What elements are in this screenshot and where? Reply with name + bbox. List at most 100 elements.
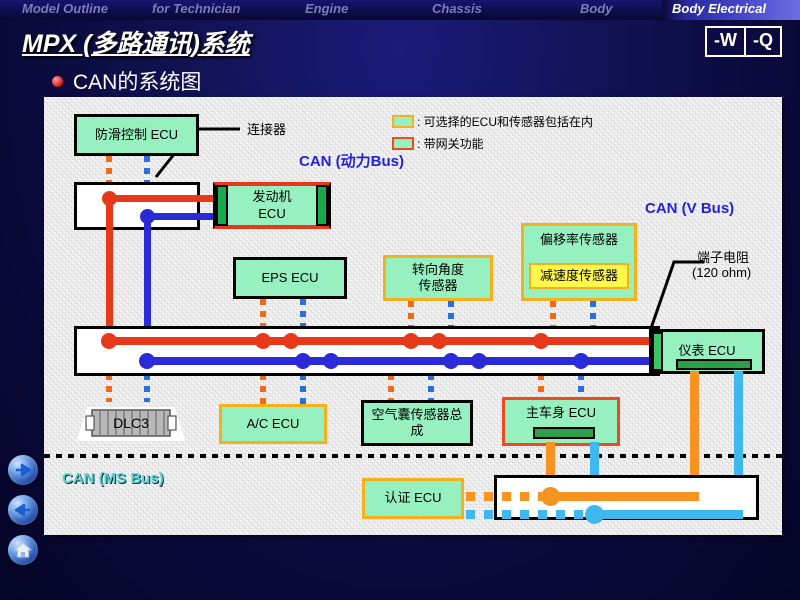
nav-item-body[interactable]: Body xyxy=(580,1,613,16)
ms-bus-orange-line xyxy=(546,492,699,501)
junction-dot-red-2 xyxy=(255,333,271,349)
steering-angle-sensor-label: 转向角度 传感器 xyxy=(411,261,464,293)
bullet-icon xyxy=(52,75,63,87)
label-can-power-bus: CAN (动力Bus) xyxy=(299,153,404,170)
label-can-v-bus: CAN (V Bus) xyxy=(645,200,735,217)
abs-ecu-label: 防滑控制 ECU xyxy=(94,126,179,142)
engine-ecu-left-terminal xyxy=(216,185,228,226)
subtitle: CAN的系统图 xyxy=(73,71,202,94)
ms-bus-blue-line xyxy=(590,510,743,519)
legend-row-optional: : 可选择的ECU和传感器包括在内 xyxy=(392,113,593,130)
junction-dot-red-3 xyxy=(283,333,299,349)
dash-line-steering-orange xyxy=(408,301,414,329)
eps-ecu-label: EPS ECU xyxy=(261,269,319,285)
page-code-badge: -W -Q xyxy=(705,26,782,57)
yaw-rate-sensor-box[interactable]: 偏移率传感器 xyxy=(521,223,637,301)
junction-dot-red-5 xyxy=(431,333,447,349)
dash-line-ac-blue xyxy=(300,374,306,404)
badge-code-w: -W xyxy=(714,30,737,50)
annotation-terminal-resistor-value: (120 ohm) xyxy=(692,265,752,280)
dash-line-body-blue xyxy=(578,374,584,398)
power-bus-blue-line xyxy=(144,213,218,220)
dash-line-abs-orange xyxy=(106,156,112,184)
power-bus-red-riser xyxy=(106,195,113,330)
dash-line-dlc3-blue xyxy=(144,374,150,402)
ms-blue-meter-riser xyxy=(734,371,743,475)
main-bus-box xyxy=(74,326,660,376)
subtitle-row: CAN的系统图 xyxy=(52,66,201,96)
left-arrow-icon xyxy=(14,503,30,517)
legend-label-optional: : 可选择的ECU和传感器包括在内 xyxy=(417,115,594,129)
junction-dot-blue-5 xyxy=(471,353,487,369)
junction-dot-blue-3 xyxy=(323,353,339,369)
nav-item-engine[interactable]: Engine xyxy=(305,1,348,16)
legend-label-gateway: : 带网关功能 xyxy=(417,137,484,151)
ac-ecu-box[interactable]: A/C ECU xyxy=(219,404,327,444)
home-button[interactable] xyxy=(8,535,38,565)
nav-item-for-technician[interactable]: for Technician xyxy=(152,1,240,16)
main-bus-red-line xyxy=(106,337,672,345)
junction-dot-blue-power xyxy=(140,209,155,224)
abs-ecu-box[interactable]: 防滑控制 ECU xyxy=(74,114,199,156)
junction-dot-red-1 xyxy=(101,333,117,349)
can-system-diagram: : 可选择的ECU和传感器包括在内 : 带网关功能 CAN (动力Bus) CA… xyxy=(44,97,782,535)
dlc3-label: DLC3 xyxy=(113,415,149,431)
junction-dot-red-power xyxy=(102,191,117,206)
decel-sensor-box[interactable]: 减速度传感器 xyxy=(529,263,629,289)
junction-dot-red-4 xyxy=(403,333,419,349)
power-bus-blue-riser xyxy=(144,213,151,330)
dash-line-airbag-blue xyxy=(428,374,434,400)
ms-dash-blue-auth xyxy=(466,510,590,519)
page-title: MPX (多路通讯)系统 xyxy=(22,30,250,58)
meter-ecu-bottom-terminal xyxy=(676,359,752,370)
ac-ecu-label: A/C ECU xyxy=(246,415,300,431)
main-body-ecu-gateway-terminal xyxy=(533,427,595,439)
ms-dash-orange-auth xyxy=(466,492,546,501)
dash-line-yaw-blue xyxy=(590,301,596,329)
back-button[interactable] xyxy=(8,495,38,525)
power-bus-box xyxy=(74,182,200,230)
ms-bus-divider xyxy=(44,454,782,458)
nav-item-chassis[interactable]: Chassis xyxy=(432,1,482,16)
steering-angle-sensor-box[interactable]: 转向角度 传感器 xyxy=(383,255,493,301)
junction-dot-blue-6 xyxy=(573,353,589,369)
label-can-ms-bus: CAN (MS Bus) xyxy=(62,470,164,487)
meter-ecu-label: 仪表 ECU xyxy=(678,343,736,359)
airbag-sensor-assembly-label: 空气囊传感器总 成 xyxy=(371,406,463,438)
dash-line-yaw-orange xyxy=(550,301,556,329)
legend-swatch-optional xyxy=(392,115,414,128)
junction-dot-blue-4 xyxy=(443,353,459,369)
legend-row-gateway: : 带网关功能 xyxy=(392,135,484,152)
engine-ecu-box[interactable]: 发动机 ECU xyxy=(213,182,331,229)
dash-line-dlc3-orange xyxy=(106,374,112,402)
dash-line-eps-blue xyxy=(300,299,306,329)
decel-sensor-label: 减速度传感器 xyxy=(539,267,618,283)
nav-item-model-outline[interactable]: Model Outline xyxy=(22,1,108,16)
dash-line-ac-orange xyxy=(260,374,266,404)
junction-dot-red-6 xyxy=(533,333,549,349)
annotation-connector: 连接器 xyxy=(247,122,287,137)
power-bus-red-line xyxy=(106,195,218,202)
top-navigation-bar: Model Outline for Technician Engine Chas… xyxy=(0,0,800,20)
auth-ecu-label: 认证 ECU xyxy=(384,490,442,506)
junction-dot-blue-1 xyxy=(139,353,155,369)
home-icon xyxy=(14,542,32,558)
dash-line-airbag-orange xyxy=(388,374,394,400)
engine-ecu-label: 发动机 ECU xyxy=(252,189,292,221)
annotation-terminal-resistor: 端子电阻 xyxy=(697,250,750,265)
engine-ecu-right-terminal xyxy=(316,185,328,226)
forward-button[interactable] xyxy=(8,455,38,485)
main-body-ecu-label: 主车身 ECU xyxy=(525,405,597,420)
auth-ecu-box[interactable]: 认证 ECU xyxy=(362,478,464,519)
nav-item-body-electrical[interactable]: Body Electrical xyxy=(672,1,766,16)
dlc3-connector[interactable]: DLC3 xyxy=(76,400,186,451)
junction-dot-blue-2 xyxy=(295,353,311,369)
airbag-sensor-assembly-box[interactable]: 空气囊传感器总 成 xyxy=(361,400,473,446)
right-arrow-icon xyxy=(16,463,32,477)
dash-line-steering-blue xyxy=(448,301,454,329)
main-bus-blue-line xyxy=(144,357,672,365)
legend-swatch-gateway xyxy=(392,137,414,150)
yaw-rate-sensor-label: 偏移率传感器 xyxy=(539,232,618,247)
badge-code-q: -Q xyxy=(743,28,780,55)
eps-ecu-box[interactable]: EPS ECU xyxy=(233,257,347,299)
